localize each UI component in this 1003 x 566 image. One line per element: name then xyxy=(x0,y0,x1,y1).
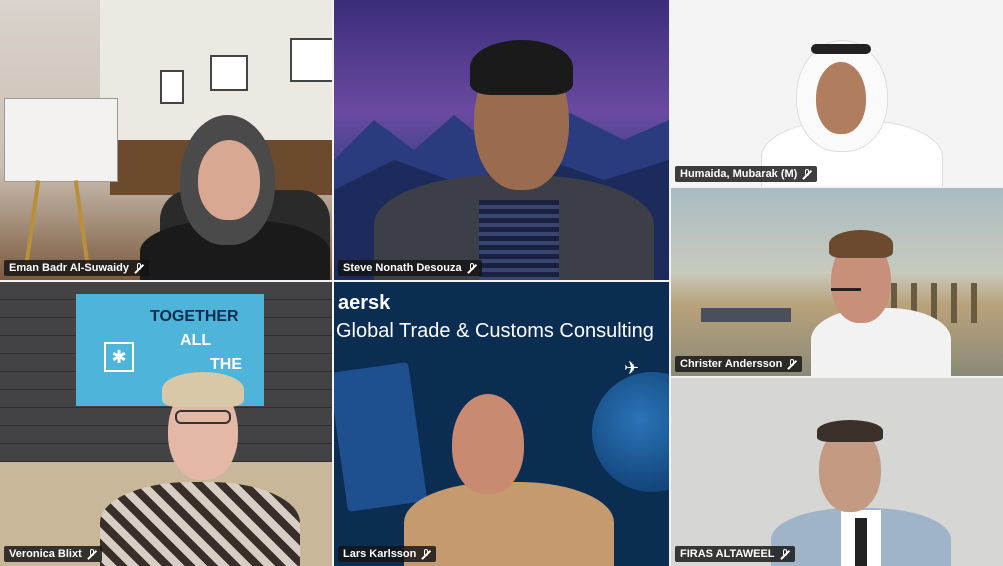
participant-face xyxy=(198,140,260,220)
passport-graphic xyxy=(334,362,428,512)
tie xyxy=(855,518,867,566)
participant-hair xyxy=(817,420,883,442)
participant-name-label: Veronica Blixt xyxy=(4,546,102,562)
globe-graphic xyxy=(592,372,669,492)
wall-frame xyxy=(210,55,248,91)
participant-name-label: Steve Nonath Desouza xyxy=(338,260,482,276)
participant-hair xyxy=(162,372,244,407)
participant-hair xyxy=(829,230,893,258)
mic-muted-icon xyxy=(87,549,97,559)
easel-leg xyxy=(23,180,41,270)
mic-muted-icon xyxy=(802,169,812,179)
mic-muted-icon xyxy=(421,549,431,559)
headset-mic xyxy=(831,288,861,291)
striped-shirt xyxy=(479,200,559,280)
participant-scarf xyxy=(100,482,300,566)
participant-name-label: Eman Badr Al-Suwaidy xyxy=(4,260,150,276)
sign-line-3: THE xyxy=(210,356,242,373)
participant-hair xyxy=(470,40,573,95)
video-tile-1[interactable]: Eman Badr Al-Suwaidy xyxy=(0,0,332,280)
participant-body xyxy=(811,308,951,376)
video-tile-6[interactable]: aersk Global Trade & Customs Consulting … xyxy=(334,282,669,566)
sign-line-1: TOGETHER xyxy=(150,308,239,325)
container-ship xyxy=(701,308,791,322)
video-tile-4[interactable]: Christer Andersson xyxy=(671,188,1003,376)
participant-name-label: Lars Karlsson xyxy=(338,546,437,562)
participant-name-label: FIRAS ALTAWEEL xyxy=(675,546,795,562)
airplane-icon: ✈ xyxy=(624,358,640,378)
video-call-grid: Eman Badr Al-Suwaidy Steve Nonath Desouz… xyxy=(0,0,1003,566)
maersk-tagline: Global Trade & Customs Consulting xyxy=(336,320,654,342)
video-tile-7[interactable]: FIRAS ALTAWEEL xyxy=(671,378,1003,566)
video-tile-5[interactable]: TOGETHER ALL THE ✱ Veronica Blixt xyxy=(0,282,332,566)
participant-name-label: Humaida, Mubarak (M) xyxy=(675,166,818,182)
participant-face xyxy=(816,62,866,134)
mic-muted-icon xyxy=(134,263,144,273)
agal xyxy=(811,44,871,54)
mic-muted-icon xyxy=(787,359,797,369)
video-tile-2[interactable]: Steve Nonath Desouza xyxy=(334,0,669,280)
sign-line-2: ALL xyxy=(180,332,212,349)
wall-frame xyxy=(160,70,184,104)
easel-leg xyxy=(73,180,91,270)
glasses xyxy=(175,410,231,424)
maersk-brand: aersk xyxy=(338,292,391,314)
mic-muted-icon xyxy=(780,549,790,559)
participant-name-label: Christer Andersson xyxy=(675,356,803,372)
star-logo-icon: ✱ xyxy=(104,342,134,372)
easel-poster xyxy=(4,98,118,182)
wall-frame xyxy=(290,38,332,82)
video-tile-3[interactable]: Humaida, Mubarak (M) xyxy=(671,0,1003,186)
mic-muted-icon xyxy=(467,263,477,273)
participant-face xyxy=(452,394,524,494)
